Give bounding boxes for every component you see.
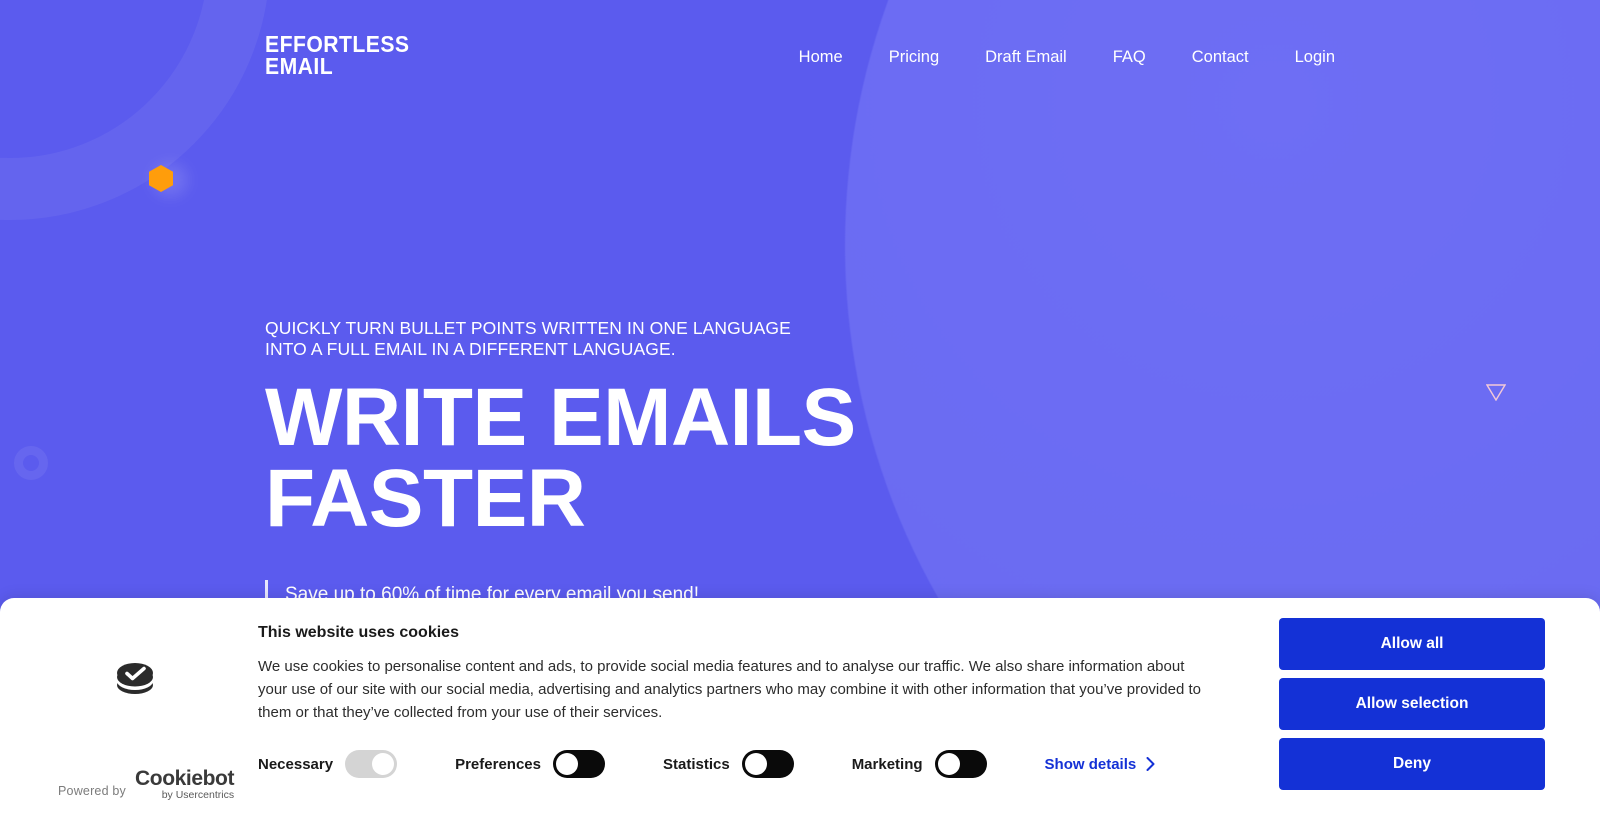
nav-item-home[interactable]: Home [799, 48, 843, 67]
show-details-label: Show details [1044, 755, 1137, 773]
powered-by-label: Powered by [58, 783, 127, 798]
cookie-banner-title: This website uses cookies [258, 624, 459, 641]
nav-item-faq[interactable]: FAQ [1113, 48, 1146, 67]
page-root: EFFORTLESS EMAIL Home Pricing Draft Emai… [0, 0, 1600, 834]
hero-headline-line-1: WRITE EMAILS [265, 372, 856, 464]
chevron-right-icon [1146, 757, 1155, 771]
toggle-label-marketing: Marketing [851, 755, 923, 773]
cookiebot-name: Cookiebot [135, 767, 235, 790]
toggle-knob [937, 753, 960, 775]
nav-item-draft-email[interactable]: Draft Email [985, 48, 1067, 67]
deny-button[interactable]: Deny [1279, 738, 1545, 790]
logo-line-2: EMAIL [265, 53, 334, 79]
orange-hexagon-icon [149, 165, 173, 192]
triangle-outline-icon [1486, 384, 1506, 401]
toggle-knob [744, 753, 767, 775]
toggle-preferences[interactable] [552, 750, 605, 778]
hero-headline: WRITE EMAILS FASTER [265, 377, 856, 540]
hero-eyebrow: QUICKLY TURN BULLET POINTS WRITTEN IN ON… [265, 318, 791, 359]
cookie-banner-actions: Allow all Allow selection Deny [1279, 618, 1545, 790]
background-soft-blob [152, 163, 188, 197]
toggle-label-preferences: Preferences [455, 755, 541, 773]
cookie-banner-description: We use cookies to personalise content an… [258, 658, 1201, 721]
show-details-link[interactable]: Show details [1045, 756, 1156, 773]
toggle-marketing[interactable] [934, 750, 987, 778]
logo-line-1: EFFORTLESS [265, 31, 410, 57]
cookie-consent-banner: Powered by Cookiebot by Usercentrics Thi… [0, 598, 1600, 834]
toggle-group-necessary: Necessary [258, 750, 398, 778]
main-navigation: Home Pricing Draft Email FAQ Contact Log… [799, 48, 1335, 67]
nav-item-contact[interactable]: Contact [1192, 48, 1249, 67]
toggle-group-marketing: Marketing [852, 750, 987, 778]
background-left-donut [14, 446, 48, 480]
toggle-label-statistics: Statistics [662, 755, 730, 773]
cookiebot-logo: Cookiebot by Usercentrics [135, 768, 234, 801]
cookie-category-toggles: Necessary Preferences Statistics Marketi… [258, 750, 1155, 778]
toggle-statistics[interactable] [741, 750, 794, 778]
cookie-checkmark-icon [117, 663, 153, 694]
cookie-banner-body: This website uses cookies We use cookies… [258, 598, 1258, 778]
cookiebot-branding-column: Powered by Cookiebot by Usercentrics [0, 598, 258, 834]
toggle-knob [372, 753, 395, 775]
toggle-necessary [345, 750, 398, 778]
site-logo[interactable]: EFFORTLESS EMAIL [265, 31, 422, 79]
nav-item-login[interactable]: Login [1295, 48, 1335, 67]
nav-item-pricing[interactable]: Pricing [889, 48, 939, 67]
toggle-knob [555, 753, 578, 775]
cookiebot-subtitle: by Usercentrics [161, 789, 235, 801]
site-header: EFFORTLESS EMAIL Home Pricing Draft Emai… [0, 0, 1600, 120]
allow-selection-button[interactable]: Allow selection [1279, 678, 1545, 730]
toggle-group-preferences: Preferences [455, 750, 605, 778]
powered-by-cookiebot[interactable]: Powered by Cookiebot by Usercentrics [58, 768, 234, 801]
toggle-group-statistics: Statistics [663, 750, 794, 778]
toggle-label-necessary: Necessary [258, 755, 334, 773]
hero-section: QUICKLY TURN BULLET POINTS WRITTEN IN ON… [265, 318, 856, 610]
allow-all-button[interactable]: Allow all [1279, 618, 1545, 670]
hero-headline-line-2: FASTER [265, 453, 586, 545]
